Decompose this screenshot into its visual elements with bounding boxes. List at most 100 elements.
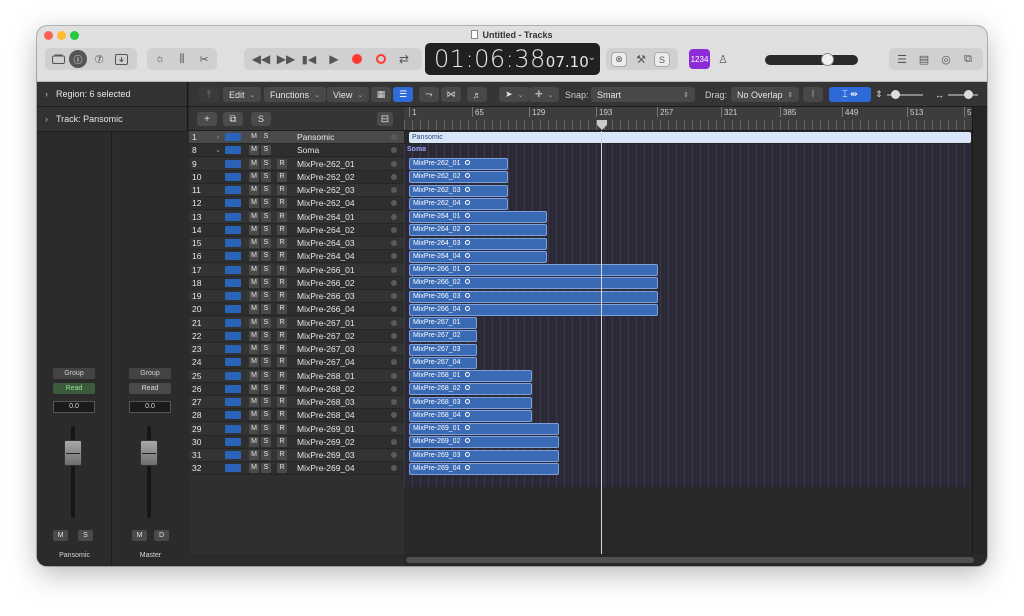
track-row[interactable]: 23 M S R MixPre-267_03 [189,343,404,356]
track-name[interactable]: MixPre-268_04 [289,410,391,420]
dim-button[interactable]: D [154,530,169,541]
track-name[interactable]: MixPre-268_03 [289,397,391,407]
track-row[interactable]: 9 M S R MixPre-262_01 [189,157,404,171]
record-enable-button[interactable]: R [277,423,287,434]
audio-region[interactable]: MixPre-268_02 [409,383,532,396]
browser-icon[interactable]: ⧉ [959,50,977,68]
mute-button[interactable]: M [249,423,259,434]
solo-button[interactable]: S [261,277,271,288]
record-enable-button[interactable]: R [277,238,287,248]
track-name[interactable]: MixPre-269_02 [289,437,391,447]
record-enable-button[interactable]: R [277,357,287,368]
track-name[interactable]: MixPre-266_03 [289,291,391,301]
audio-region[interactable]: MixPre-268_01 [409,370,532,382]
vertical-zoom-slider[interactable]: ⇕ [875,87,935,102]
audio-region[interactable]: MixPre-266_04 [409,303,658,316]
solo-button[interactable]: S [261,224,271,235]
solo-button[interactable]: S [261,383,271,394]
disclosure-icon[interactable]: ⌄ [211,146,225,154]
master-volume-slider[interactable] [765,53,858,66]
track-name[interactable]: MixPre-264_04 [289,251,391,261]
low-latency-icon[interactable]: ⊗ [611,52,627,67]
solo-button[interactable]: S [78,530,93,541]
editors-scissors-icon[interactable]: ✂ [195,50,213,68]
track-inspector-header[interactable]: › Track: Pansomic [37,107,187,132]
volume-fader-knob[interactable] [140,440,158,466]
track-row[interactable]: 20 M S R MixPre-266_04 [189,303,404,317]
record-enable-button[interactable]: R [277,198,287,209]
rewind-icon[interactable]: ◀◀ [250,50,272,68]
solo-button[interactable]: S [261,410,271,421]
bar-ruler[interactable]: 16512919325732138544951357 [404,107,972,131]
solo-button[interactable]: S [261,171,271,182]
mute-button[interactable]: M [249,463,259,474]
disclosure-icon[interactable]: › [211,134,225,141]
track-row[interactable]: 8 ⌄ M S Soma [189,144,404,158]
toolbar-toggle-icon[interactable] [112,50,130,68]
track-name[interactable]: MixPre-266_02 [289,278,391,288]
solo-button[interactable]: S [261,370,271,381]
track-name[interactable]: MixPre-267_01 [289,318,391,328]
mixer-icon[interactable]: ⫼ [173,50,191,68]
solo-button[interactable]: S [261,463,271,474]
track-name[interactable]: MixPre-266_01 [289,265,391,275]
solo-button[interactable]: S [261,145,271,156]
mute-button[interactable]: M [249,383,259,394]
track-list-icon[interactable]: ⊟ [377,112,393,126]
mute-button[interactable]: M [249,317,259,328]
solo-button[interactable]: S [261,397,271,407]
metronome-icon[interactable]: ♙ [714,50,732,68]
audio-region[interactable]: MixPre-262_03 [409,184,508,197]
add-track-icon[interactable]: + [197,112,217,126]
solo-button[interactable]: S [261,304,271,315]
track-row[interactable]: 1 › M S Pansomic [189,131,404,144]
mute-button[interactable]: M [249,211,259,222]
track-row[interactable]: 30 M S R MixPre-269_02 [189,435,404,449]
record-enable-button[interactable]: R [277,450,287,460]
track-name[interactable]: MixPre-264_02 [289,225,391,235]
group-slot[interactable]: Group [129,368,171,379]
notepad-icon[interactable]: ▤ [915,50,933,68]
track-name[interactable]: MixPre-267_03 [289,344,391,354]
track-row[interactable]: 32 M S R MixPre-269_04 [189,462,404,476]
track-name[interactable]: MixPre-264_03 [289,238,391,248]
mute-button[interactable]: M [249,397,259,407]
mute-button[interactable]: M [249,330,259,341]
track-name[interactable]: Soma [289,145,391,155]
audio-region[interactable]: MixPre-269_03 [409,449,559,462]
replace-record-icon[interactable] [371,50,391,68]
track-name[interactable]: MixPre-269_04 [289,463,391,473]
go-to-beginning-icon[interactable]: ▮◀ [299,50,319,68]
track-name[interactable]: MixPre-268_02 [289,384,391,394]
mute-button[interactable]: M [249,158,259,169]
horizontal-scrollbar[interactable] [404,554,974,566]
track-row[interactable]: 22 M S R MixPre-267_02 [189,329,404,343]
count-in-button[interactable]: 1234 [689,49,710,69]
record-enable-button[interactable]: R [277,383,287,394]
record-enable-button[interactable]: R [277,370,287,381]
region-inspector-header[interactable]: › Region: 6 selected [37,82,187,107]
mute-button[interactable]: M [249,370,259,381]
mute-button[interactable]: M [249,264,259,275]
mute-button[interactable]: M [249,291,259,301]
pointer-tool-menu[interactable]: ➤ ⌄ [499,87,530,102]
grid-view-icon[interactable]: ▦ [371,87,391,102]
audio-region[interactable]: MixPre-267_04 [409,356,477,369]
track-row[interactable]: 10 M S R MixPre-262_02 [189,170,404,184]
solo-button[interactable]: S [261,238,271,248]
volume-value[interactable]: 0.0 [129,401,171,413]
master-volume-knob[interactable] [821,53,834,66]
mute-button[interactable]: M [249,344,259,354]
record-enable-button[interactable]: R [277,344,287,354]
solo-button[interactable]: S [261,251,271,262]
tuner-icon[interactable]: ⚒ [633,50,649,68]
snap-select[interactable]: Smart ⇕ [591,87,695,102]
track-row[interactable]: 14 M S R MixPre-264_02 [189,223,404,237]
view-menu[interactable]: View ⌄ [327,87,370,102]
audio-region[interactable]: MixPre-262_01 [409,158,508,170]
track-row[interactable]: 15 M S R MixPre-264_03 [189,237,404,250]
mute-button[interactable]: M [249,410,259,421]
volume-value[interactable]: 0.0 [53,401,95,413]
track-row[interactable]: 18 M S R MixPre-266_02 [189,276,404,290]
mute-button[interactable]: M [53,530,68,541]
